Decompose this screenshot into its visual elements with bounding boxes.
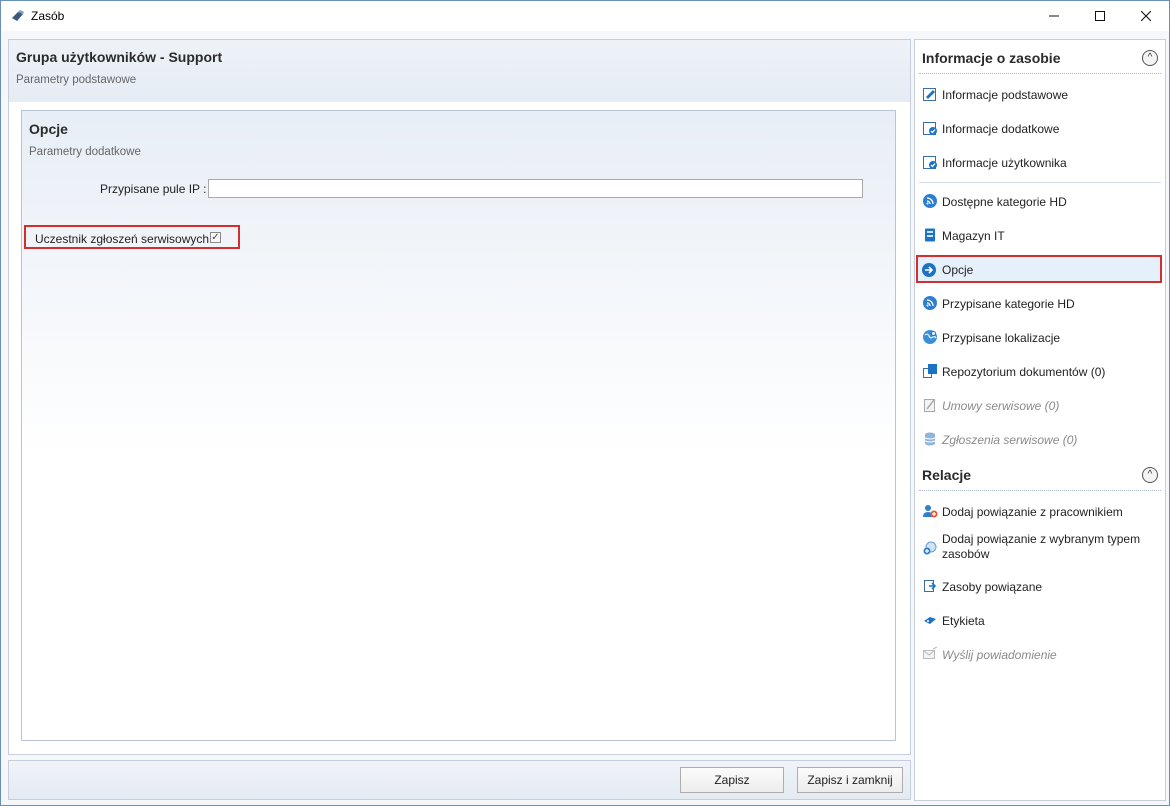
close-icon: [1141, 11, 1151, 21]
add-link-icon: [923, 541, 937, 555]
sidebar-item-label: Etykieta: [942, 614, 985, 628]
maximize-icon: [1095, 11, 1105, 21]
database-icon: [924, 432, 936, 446]
service-participant-row: Uczestnik zgłoszeń serwisowych ✓: [24, 225, 240, 249]
sidebar-item-assigned-hd-categories[interactable]: Przypisane kategorie HD: [917, 289, 1162, 317]
documents-icon: [923, 364, 937, 378]
collapse-relations-button[interactable]: ^: [1142, 467, 1158, 483]
sidebar-item-available-hd-categories[interactable]: Dostępne kategorie HD: [917, 187, 1162, 215]
page-title: Grupa użytkowników - Support: [16, 49, 223, 65]
sidebar-item-label-tag[interactable]: Etykieta: [917, 606, 1162, 634]
card-title: Opcje: [29, 121, 68, 137]
globe-icon: [923, 330, 937, 344]
close-button[interactable]: [1123, 1, 1169, 31]
minimize-icon: [1049, 15, 1059, 17]
edit-form-icon: [923, 88, 936, 101]
sidebar-item-options[interactable]: Opcje: [916, 255, 1162, 283]
sidebar-item-link-resource-type[interactable]: Dodaj powiązanie z wybranym typem zasobó…: [917, 531, 1162, 571]
ip-pools-label: Przypisane pule IP :: [100, 182, 207, 196]
add-user-icon: [923, 505, 938, 518]
linked-resources-icon: [924, 580, 937, 592]
sidebar-item-label: Dodaj powiązanie z pracownikiem: [942, 505, 1123, 519]
chevron-up-icon: ^: [1147, 469, 1153, 480]
sidebar-item-additional-info[interactable]: Informacje dodatkowe: [917, 114, 1162, 142]
service-participant-label: Uczestnik zgłoszeń serwisowych: [35, 232, 210, 246]
sidebar-item-label: Informacje dodatkowe: [942, 122, 1060, 136]
sidebar-item-label: Przypisane lokalizacje: [942, 331, 1061, 345]
sidebar-item-label: Repozytorium dokumentów (0): [942, 365, 1106, 379]
arrow-right-circle-icon: [922, 263, 936, 277]
sidebar-item-linked-resources[interactable]: Zasoby powiązane: [917, 572, 1162, 600]
section-divider: [919, 73, 1161, 74]
sidebar-item-send-notification[interactable]: Wyślij powiadomienie: [917, 640, 1162, 668]
sidebar-item-basic-info[interactable]: Informacje podstawowe: [917, 80, 1162, 108]
main-header: Grupa użytkowników - Support Parametry p…: [9, 40, 910, 102]
sidebar-item-link-employee[interactable]: Dodaj powiązanie z pracownikiem: [917, 497, 1162, 525]
form-check-icon: [923, 156, 937, 169]
sidebar-item-user-info[interactable]: Informacje użytkownika: [917, 148, 1162, 176]
sidebar-item-assigned-locations[interactable]: Przypisane lokalizacje: [917, 323, 1162, 351]
sidebar-item-service-tickets[interactable]: Zgłoszenia serwisowe (0): [917, 425, 1162, 453]
window-title: Zasób: [31, 9, 65, 23]
send-mail-icon: [923, 646, 938, 659]
sidebar-item-label: Magazyn IT: [942, 229, 1005, 243]
page-subtitle: Parametry podstawowe: [16, 74, 137, 86]
form-check-icon: [923, 122, 937, 135]
sidebar-item-service-contracts[interactable]: Umowy serwisowe (0): [917, 391, 1162, 419]
sidebar-item-label: Przypisane kategorie HD: [942, 297, 1075, 311]
sidebar-item-label: Dodaj powiązanie z wybranym typem zasobó…: [942, 532, 1141, 561]
sidebar-item-label: Zgłoszenia serwisowe (0): [942, 433, 1078, 447]
sidebar-item-label: Informacje użytkownika: [942, 156, 1067, 170]
save-button[interactable]: Zapisz: [680, 767, 784, 793]
rss-circle-icon: [923, 296, 937, 310]
main-panel: Grupa użytkowników - Support Parametry p…: [8, 39, 911, 755]
options-card: Opcje Parametry dodatkowe Przypisane pul…: [21, 110, 896, 741]
footer-bar: Zapisz Zapisz i zamknij: [8, 760, 911, 800]
sidebar-item-label: Informacje podstawowe: [942, 88, 1069, 102]
service-participant-checkbox[interactable]: ✓: [210, 232, 221, 243]
title-bar: Zasób: [1, 1, 1169, 31]
collapse-info-button[interactable]: ^: [1142, 50, 1158, 66]
sidebar-item-label: Zasoby powiązane: [942, 580, 1043, 594]
sidebar-item-label: Opcje: [942, 263, 974, 277]
card-subtitle: Parametry dodatkowe: [29, 146, 141, 158]
sidebar-item-label: Dostępne kategorie HD: [942, 195, 1067, 209]
minimize-button[interactable]: [1031, 1, 1077, 31]
rss-circle-icon: [923, 194, 937, 208]
relations-section-title: Relacje: [922, 467, 972, 483]
info-section-title: Informacje o zasobie: [922, 50, 1061, 66]
chevron-up-icon: ^: [1147, 52, 1153, 63]
save-and-close-button[interactable]: Zapisz i zamknij: [797, 767, 903, 793]
sidebar: Informacje o zasobie ^ Informacje podsta…: [914, 39, 1166, 801]
maximize-button[interactable]: [1077, 1, 1123, 31]
sidebar-item-label: Wyślij powiadomienie: [942, 648, 1057, 662]
label-icon: [924, 617, 936, 624]
section-divider: [919, 182, 1161, 183]
storage-icon: [925, 228, 935, 242]
sidebar-item-document-repository[interactable]: Repozytorium dokumentów (0): [917, 357, 1162, 385]
section-divider: [919, 490, 1161, 491]
sidebar-item-it-storage[interactable]: Magazyn IT: [917, 221, 1162, 249]
sidebar-item-label: Umowy serwisowe (0): [942, 399, 1060, 413]
app-icon: [12, 10, 24, 21]
contract-icon: [924, 399, 935, 412]
ip-pools-input[interactable]: [208, 179, 863, 198]
window: Zasób Grupa użytkowników - Support Param…: [0, 0, 1170, 806]
